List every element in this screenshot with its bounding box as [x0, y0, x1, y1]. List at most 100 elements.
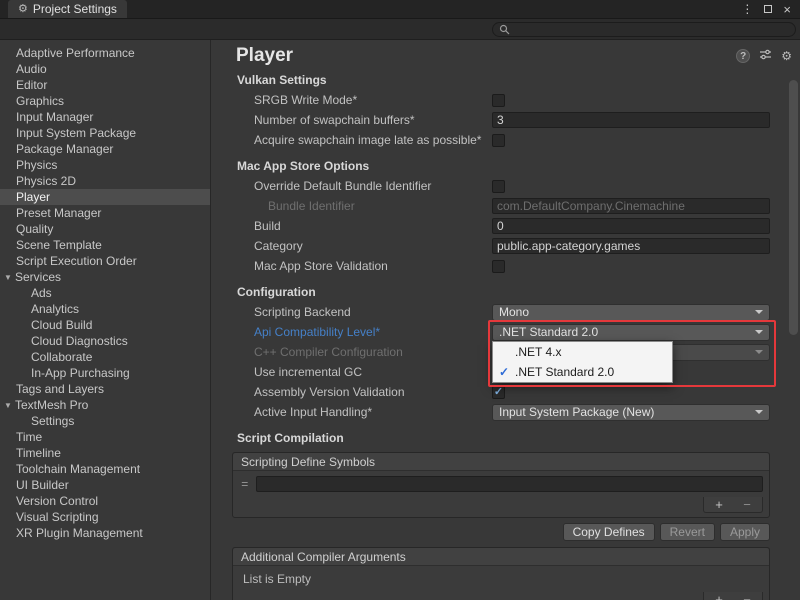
row-scripting-backend: Scripting Backend Mono: [212, 302, 800, 322]
sidebar-item-script-execution-order[interactable]: Script Execution Order: [0, 253, 210, 269]
sidebar-item-time[interactable]: Time: [0, 429, 210, 445]
row-active-input-handling: Active Input Handling* Input System Pack…: [212, 402, 800, 422]
sidebar-item-tags-and-layers[interactable]: Tags and Layers: [0, 381, 210, 397]
sidebar-item-preset-manager[interactable]: Preset Manager: [0, 205, 210, 221]
active-input-handling-dropdown[interactable]: Input System Package (New): [492, 404, 770, 421]
field-control: .NET Standard 2.0: [492, 324, 770, 341]
sidebar-item-quality[interactable]: Quality: [0, 221, 210, 237]
settings-sidebar: Adaptive Performance Audio Editor Graphi…: [0, 40, 211, 600]
remove-button[interactable]: −: [733, 498, 761, 512]
sidebar-item-input-manager[interactable]: Input Manager: [0, 109, 210, 125]
list-footer: + −: [233, 497, 769, 517]
sidebar-item-player[interactable]: Player: [0, 189, 210, 205]
sidebar-item-input-system-package[interactable]: Input System Package: [0, 125, 210, 141]
sidebar-item-audio[interactable]: Audio: [0, 61, 210, 77]
mac-validation-checkbox[interactable]: [492, 260, 505, 273]
chevron-down-icon: [755, 350, 763, 354]
define-symbol-input[interactable]: [256, 476, 763, 492]
row-srgb-write-mode: SRGB Write Mode*: [212, 90, 800, 110]
help-icon[interactable]: ?: [736, 49, 750, 63]
scripting-define-symbols-box: Scripting Define Symbols = + −: [232, 452, 770, 518]
sidebar-item-analytics[interactable]: Analytics: [0, 301, 210, 317]
bundle-identifier-input: [492, 198, 770, 214]
chevron-down-icon: [755, 330, 763, 334]
vertical-scrollbar-thumb[interactable]: [789, 80, 798, 335]
search-input[interactable]: [514, 24, 789, 36]
sidebar-item-scene-template[interactable]: Scene Template: [0, 237, 210, 253]
field-label: Scripting Backend: [254, 305, 351, 319]
sidebar-item-editor[interactable]: Editor: [0, 77, 210, 93]
assembly-validation-checkbox[interactable]: ✓: [492, 386, 505, 399]
drag-handle-icon[interactable]: =: [239, 477, 251, 491]
field-label: Bundle Identifier: [254, 199, 355, 213]
sidebar-item-label: Services: [15, 270, 61, 284]
sidebar-item-cloud-diagnostics[interactable]: Cloud Diagnostics: [0, 333, 210, 349]
field-control: [492, 238, 770, 254]
srgb-write-mode-checkbox[interactable]: [492, 94, 505, 107]
apply-button[interactable]: Apply: [720, 523, 770, 541]
row-category: Category: [212, 236, 800, 256]
add-button[interactable]: +: [705, 593, 733, 600]
revert-button[interactable]: Revert: [660, 523, 715, 541]
define-symbol-row: =: [233, 471, 769, 497]
swapchain-buffers-input[interactable]: [492, 112, 770, 128]
panel-header: Player ? ⚙: [212, 40, 800, 70]
sidebar-item-timeline[interactable]: Timeline: [0, 445, 210, 461]
dropdown-value: Input System Package (New): [499, 405, 654, 419]
override-bundle-checkbox[interactable]: [492, 180, 505, 193]
scripting-backend-dropdown[interactable]: Mono: [492, 304, 770, 321]
menu-item-net-standard-20[interactable]: ✓ .NET Standard 2.0: [493, 362, 672, 382]
close-icon[interactable]: ×: [783, 3, 791, 16]
foldout-open-icon[interactable]: ▼: [4, 398, 15, 414]
sidebar-item-textmesh-pro[interactable]: ▼TextMesh Pro: [0, 397, 210, 413]
sidebar-item-collaborate[interactable]: Collaborate: [0, 349, 210, 365]
presets-icon[interactable]: [759, 48, 772, 64]
sidebar-item-graphics[interactable]: Graphics: [0, 93, 210, 109]
compiler-arguments-empty-row: List is Empty: [233, 566, 769, 592]
sidebar-item-services[interactable]: ▼Services: [0, 269, 210, 285]
menu-item-net-4x[interactable]: .NET 4.x: [493, 342, 672, 362]
tab-project-settings[interactable]: ⚙ Project Settings: [8, 0, 127, 18]
sidebar-item-physics[interactable]: Physics: [0, 157, 210, 173]
sidebar-item-package-manager[interactable]: Package Manager: [0, 141, 210, 157]
build-input[interactable]: [492, 218, 770, 234]
api-compatibility-dropdown[interactable]: .NET Standard 2.0: [492, 324, 770, 341]
field-control: [492, 94, 770, 107]
field-label: Use incremental GC: [254, 365, 362, 379]
maximize-icon[interactable]: [764, 5, 772, 13]
sidebar-item-toolchain-management[interactable]: Toolchain Management: [0, 461, 210, 477]
field-label: Assembly Version Validation: [254, 385, 405, 399]
additional-compiler-arguments-box: Additional Compiler Arguments List is Em…: [232, 547, 770, 600]
field-control: [492, 180, 770, 193]
sidebar-item-xr-plugin-management[interactable]: XR Plugin Management: [0, 525, 210, 541]
sidebar-item-ads[interactable]: Ads: [0, 285, 210, 301]
foldout-open-icon[interactable]: ▼: [4, 270, 15, 286]
list-footer: + −: [233, 592, 769, 600]
sidebar-item-physics-2d[interactable]: Physics 2D: [0, 173, 210, 189]
field-control: ✓: [492, 386, 770, 399]
sidebar-item-cloud-build[interactable]: Cloud Build: [0, 317, 210, 333]
remove-button[interactable]: −: [733, 593, 761, 600]
sidebar-item-in-app-purchasing[interactable]: In-App Purchasing: [0, 365, 210, 381]
search-box[interactable]: [492, 22, 796, 37]
row-swapchain-buffers: Number of swapchain buffers*: [212, 110, 800, 130]
field-label: Active Input Handling*: [254, 405, 372, 419]
chevron-down-icon: [755, 410, 763, 414]
sidebar-item-adaptive-performance[interactable]: Adaptive Performance: [0, 45, 210, 61]
row-bundle-identifier: Bundle Identifier: [212, 196, 800, 216]
gear-icon[interactable]: ⚙: [781, 49, 792, 63]
row-acquire-swapchain: Acquire swapchain image late as possible…: [212, 130, 800, 150]
acquire-swapchain-checkbox[interactable]: [492, 134, 505, 147]
add-button[interactable]: +: [705, 498, 733, 512]
category-input[interactable]: [492, 238, 770, 254]
row-build: Build: [212, 216, 800, 236]
field-control: Input System Package (New): [492, 404, 770, 421]
sidebar-item-visual-scripting[interactable]: Visual Scripting: [0, 509, 210, 525]
sidebar-item-version-control[interactable]: Version Control: [0, 493, 210, 509]
window-menu-icon[interactable]: ⋮: [741, 2, 753, 16]
row-assembly-validation: Assembly Version Validation ✓: [212, 382, 800, 402]
sidebar-item-ui-builder[interactable]: UI Builder: [0, 477, 210, 493]
sidebar-item-textmesh-settings[interactable]: Settings: [0, 413, 210, 429]
toolbar: [0, 19, 800, 40]
copy-defines-button[interactable]: Copy Defines: [563, 523, 655, 541]
